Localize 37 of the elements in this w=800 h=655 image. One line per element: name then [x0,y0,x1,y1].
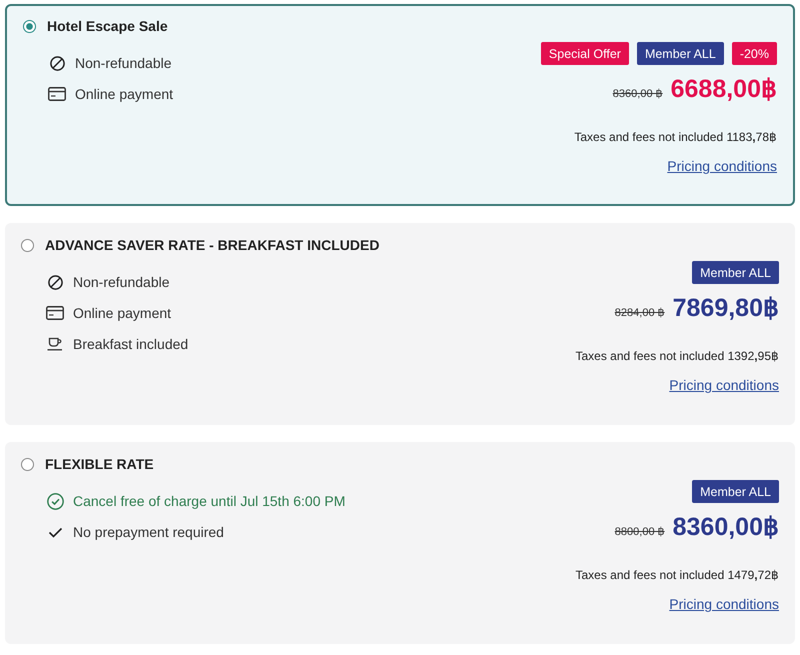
feature-text: Cancel free of charge until Jul 15th 6:00 PM [73,493,346,509]
feature-text: Breakfast included [73,336,188,352]
ban-icon [50,56,64,70]
radio-button[interactable] [21,458,34,470]
offer-badge: -20% [732,42,777,65]
feature-text: Online payment [75,86,174,102]
offer-badge: Member ALL [692,480,779,503]
offer-badge: Member ALL [636,42,724,65]
original-price: 8800,00 ฿ [614,525,665,538]
price: 6688,00฿ [670,74,777,105]
taxes-note: Taxes and fees not included 1183,78฿ [574,129,777,145]
feature-text: Non-refundable [75,55,172,71]
circle-check-icon [46,492,64,510]
rate-title: Hotel Escape Sale [47,18,168,34]
original-price: 8360,00 ฿ [612,87,663,100]
radio-button[interactable] [23,20,36,32]
ban-icon [48,274,62,290]
taxes-note: Taxes and fees not included 1479,72฿ [575,567,779,583]
pricing-conditions-link[interactable]: Pricing conditions [669,375,779,395]
original-price: 8284,00 ฿ [614,306,665,319]
offer-badge: Special Offer [540,42,629,65]
check-icon [48,526,62,538]
taxes-note: Taxes and fees not included 1392,95฿ [575,348,779,364]
credit-card-icon [48,87,66,101]
feature-text: No prepayment required [73,524,224,540]
price: 8360,00฿ [672,512,779,543]
rate-title: FLEXIBLE RATE [45,456,154,472]
pricing-conditions-link[interactable]: Pricing conditions [669,594,779,614]
radio-button[interactable] [21,238,34,252]
feature-text: Online payment [73,305,172,321]
price: 7869,80฿ [672,293,779,324]
feature-text: Non-refundable [73,274,170,290]
pricing-conditions-link[interactable]: Pricing conditions [667,156,777,176]
credit-card-icon [46,306,64,320]
offer-badge: Member ALL [692,261,779,284]
cup-icon [47,337,63,351]
rate-title: ADVANCE SAVER RATE - BREAKFAST INCLUDED [45,237,380,253]
